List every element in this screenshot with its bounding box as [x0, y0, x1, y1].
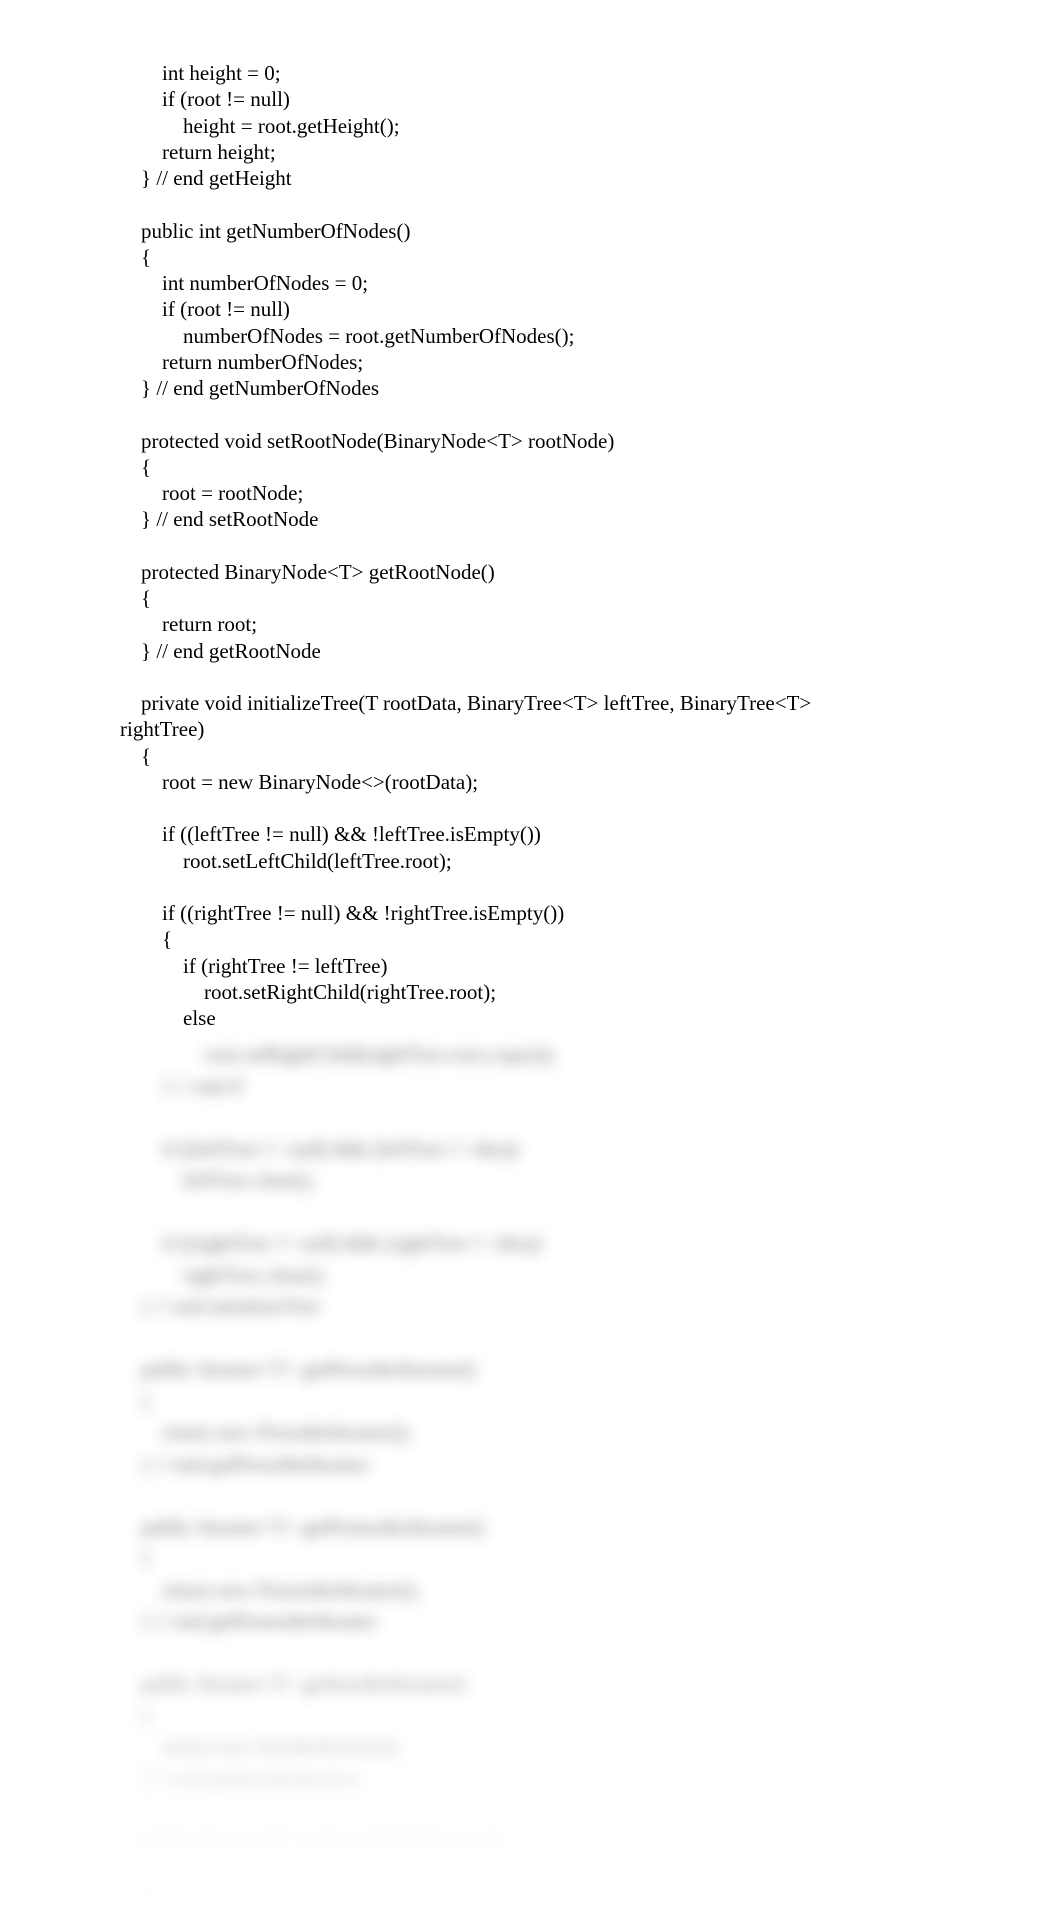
- blurred-code: root.setRightChild(rightTree.root.copy()…: [120, 1039, 1002, 1890]
- code-block: int height = 0; if (root != null) height…: [120, 60, 1002, 1031]
- document-page: int height = 0; if (root != null) height…: [0, 0, 1062, 1930]
- blurred-section: root.setRightChild(rightTree.root.copy()…: [0, 1039, 1062, 1890]
